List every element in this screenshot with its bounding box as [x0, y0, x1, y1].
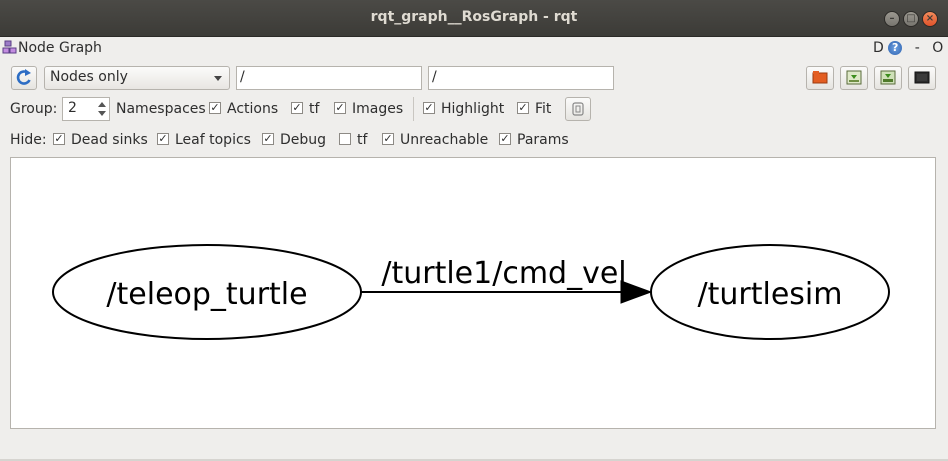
- screenshot-icon: [914, 71, 930, 84]
- params-label: Params: [517, 132, 569, 148]
- mode-select[interactable]: Nodes only: [44, 66, 230, 90]
- dead-sinks-label: Dead sinks: [71, 132, 148, 148]
- title-bar: rqt_graph__RosGraph - rqt – □ ×: [0, 0, 948, 37]
- topic-filter-input[interactable]: /: [428, 66, 614, 90]
- separator: [413, 97, 414, 121]
- leaf-topics-label: Leaf topics: [175, 132, 251, 148]
- unreachable-label: Unreachable: [400, 132, 489, 148]
- node-filter-input[interactable]: /: [236, 66, 422, 90]
- actions-checkbox[interactable]: ✓: [209, 102, 221, 114]
- fit-label: Fit: [535, 101, 552, 117]
- tf-label: tf: [309, 101, 320, 117]
- open-folder-icon: [812, 71, 828, 84]
- fit-checkbox[interactable]: ✓: [517, 102, 529, 114]
- graph-canvas[interactable]: /teleop_turtle /turtlesim /turtle1/cmd_v…: [10, 157, 936, 429]
- hide-tf-label: tf: [357, 132, 368, 148]
- maximize-icon[interactable]: □: [903, 11, 919, 27]
- plugin-controls: D ? - O: [873, 40, 943, 56]
- save-image-button[interactable]: [874, 66, 902, 90]
- spin-down-icon[interactable]: [98, 111, 106, 116]
- spin-up-icon[interactable]: [98, 102, 106, 107]
- close-icon[interactable]: ×: [922, 11, 938, 27]
- mode-selected: Nodes only: [50, 69, 128, 85]
- dead-sinks-checkbox[interactable]: ✓: [53, 133, 65, 145]
- hide-tf-checkbox[interactable]: [339, 133, 351, 145]
- save-dot-button[interactable]: [840, 66, 868, 90]
- help-icon[interactable]: ?: [888, 41, 903, 55]
- tf-checkbox[interactable]: ✓: [291, 102, 303, 114]
- d-button[interactable]: D: [873, 40, 884, 56]
- images-label: Images: [352, 101, 404, 117]
- params-checkbox[interactable]: ✓: [499, 133, 511, 145]
- refresh-icon: [16, 69, 31, 85]
- save-image-icon: [880, 70, 896, 85]
- group-value: 2: [68, 100, 77, 116]
- debug-label: Debug: [280, 132, 327, 148]
- unreachable-checkbox[interactable]: ✓: [382, 133, 394, 145]
- hide-label: Hide:: [10, 132, 47, 148]
- graph-svg: /teleop_turtle /turtlesim /turtle1/cmd_v…: [52, 244, 890, 340]
- window-title: rqt_graph__RosGraph - rqt: [370, 9, 578, 25]
- plugin-title: Node Graph: [18, 40, 102, 56]
- group-spinbox[interactable]: 2: [62, 97, 110, 121]
- save-icon: [846, 70, 862, 85]
- debug-checkbox[interactable]: ✓: [262, 133, 274, 145]
- minimize-icon[interactable]: –: [884, 11, 900, 27]
- minimize-plugin-button[interactable]: -: [915, 40, 920, 56]
- chevron-down-icon: [214, 76, 222, 81]
- fit-view-icon: [572, 102, 584, 116]
- highlight-label: Highlight: [441, 101, 505, 117]
- refresh-button[interactable]: [11, 66, 37, 90]
- leaf-topics-checkbox[interactable]: ✓: [157, 133, 169, 145]
- graph-node-label: /turtlesim: [698, 277, 843, 312]
- fit-view-button[interactable]: [565, 97, 591, 121]
- group-label: Group:: [10, 101, 58, 117]
- screenshot-button[interactable]: [908, 66, 936, 90]
- graph-node-label: /teleop_turtle: [106, 277, 307, 312]
- highlight-checkbox[interactable]: ✓: [423, 102, 435, 114]
- images-checkbox[interactable]: ✓: [334, 102, 346, 114]
- actions-label: Actions: [227, 101, 279, 117]
- graph-edge-label: /turtle1/cmd_vel: [381, 256, 626, 291]
- plugin-icon: [2, 40, 17, 54]
- close-plugin-button[interactable]: O: [932, 40, 943, 56]
- namespaces-label: Namespaces: [116, 101, 206, 117]
- load-dot-button[interactable]: [806, 66, 834, 90]
